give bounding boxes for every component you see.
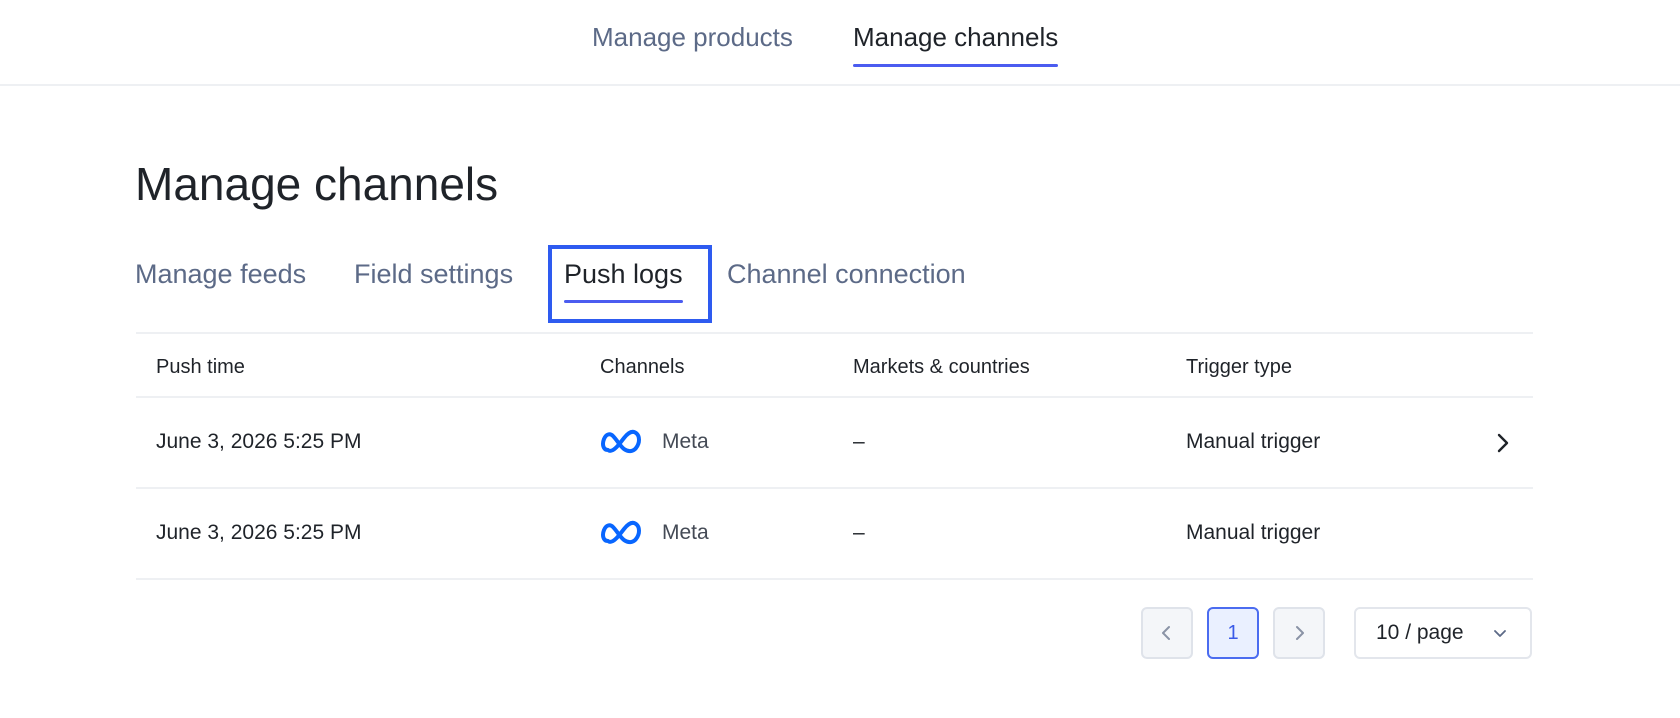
table-header-row: Push time Channels Markets & countries T…	[136, 332, 1533, 398]
markets-cell: –	[853, 430, 865, 453]
pagination-next-button[interactable]	[1273, 607, 1325, 659]
column-header-markets: Markets & countries	[853, 356, 1030, 378]
tab-manage-feeds[interactable]: Manage feeds	[135, 257, 306, 291]
top-navigation: Manage products Manage channels	[0, 0, 1680, 86]
page-size-value: 10 / page	[1376, 621, 1464, 644]
channel-name: Meta	[662, 521, 709, 544]
meta-logo-icon	[601, 520, 641, 545]
tab-label: Channel connection	[727, 259, 966, 289]
page-title: Manage channels	[135, 158, 499, 210]
top-tab-label: Manage products	[592, 22, 793, 52]
top-tab-manage-channels[interactable]: Manage channels	[853, 20, 1059, 67]
chevron-left-icon	[1162, 626, 1170, 640]
active-tab-indicator	[853, 64, 1059, 67]
tab-label: Field settings	[354, 259, 514, 289]
pagination-prev-button[interactable]	[1141, 607, 1193, 659]
table-row[interactable]: June 3, 2026 5:25 PM Meta – Manual trigg…	[136, 398, 1533, 489]
chevron-right-icon[interactable]	[1488, 428, 1518, 458]
trigger-type-cell: Manual trigger	[1186, 430, 1321, 453]
top-tab-label: Manage channels	[853, 22, 1059, 52]
tab-channel-connection[interactable]: Channel connection	[727, 257, 966, 291]
table-row[interactable]: June 3, 2026 5:25 PM Meta – Manual trigg…	[136, 489, 1533, 580]
push-logs-table: Push time Channels Markets & countries T…	[136, 332, 1533, 580]
top-tab-manage-products[interactable]: Manage products	[592, 20, 793, 54]
meta-logo-icon	[601, 429, 641, 454]
chevron-right-icon	[1296, 626, 1304, 640]
tab-label: Push logs	[564, 259, 683, 289]
active-tab-indicator	[564, 300, 683, 303]
tab-label: Manage feeds	[135, 259, 307, 289]
push-time-cell: June 3, 2026 5:25 PM	[156, 430, 362, 453]
page-number: 1	[1227, 621, 1239, 644]
tab-field-settings[interactable]: Field settings	[354, 257, 513, 291]
page-size-select[interactable]: 10 / page	[1354, 607, 1532, 659]
trigger-type-cell: Manual trigger	[1186, 521, 1321, 544]
column-header-channels: Channels	[600, 356, 685, 378]
push-time-cell: June 3, 2026 5:25 PM	[156, 521, 362, 544]
channel-name: Meta	[662, 430, 709, 453]
column-header-push-time: Push time	[156, 356, 245, 378]
channel-cell: Meta	[600, 428, 709, 456]
tab-push-logs[interactable]: Push logs	[564, 257, 683, 303]
column-header-trigger-type: Trigger type	[1186, 356, 1292, 378]
pagination-page-1[interactable]: 1	[1207, 607, 1259, 659]
markets-cell: –	[853, 521, 865, 544]
chevron-down-icon	[1494, 630, 1506, 637]
channel-cell: Meta	[600, 519, 709, 547]
